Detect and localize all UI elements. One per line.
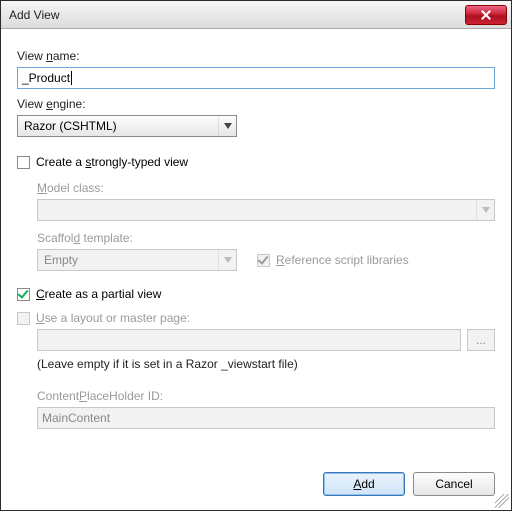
chevron-down-icon xyxy=(218,116,236,136)
chevron-down-icon xyxy=(218,250,236,270)
view-engine-label: View engine: xyxy=(17,97,495,111)
layout-hint: (Leave empty if it is set in a Razor _vi… xyxy=(37,357,495,371)
cph-label: ContentPlaceHolder ID: xyxy=(37,389,495,403)
window-title: Add View xyxy=(9,8,465,22)
layout-path-input xyxy=(37,329,461,351)
model-class-label: Model class: xyxy=(37,181,495,195)
partial-view-label: Create as a partial view xyxy=(36,287,161,301)
close-icon xyxy=(481,10,491,20)
strongly-typed-label: Create a strongly-typed view xyxy=(36,155,188,169)
ref-scripts-label: Reference script libraries xyxy=(276,253,409,267)
add-button[interactable]: Add xyxy=(323,472,405,496)
close-button[interactable] xyxy=(465,5,507,25)
ref-scripts-row: Reference script libraries xyxy=(257,253,409,267)
partial-view-checkbox[interactable] xyxy=(17,288,30,301)
add-view-dialog: Add View View name: _Product View engine… xyxy=(0,0,512,511)
cph-input: MainContent xyxy=(37,407,495,429)
strongly-typed-group: Model class: Scaffold template: Empty xyxy=(37,173,495,271)
chevron-down-icon xyxy=(476,200,494,220)
strongly-typed-row: Create a strongly-typed view xyxy=(17,155,495,169)
view-name-label: View name: xyxy=(17,49,495,63)
view-engine-combo[interactable]: Razor (CSHTML) xyxy=(17,115,237,137)
model-class-combo xyxy=(37,199,495,221)
layout-group: ... (Leave empty if it is set in a Razor… xyxy=(37,329,495,429)
scaffold-label: Scaffold template: xyxy=(37,231,495,245)
use-layout-checkbox xyxy=(17,312,30,325)
cancel-button[interactable]: Cancel xyxy=(413,472,495,496)
view-name-input[interactable]: _Product xyxy=(17,67,495,89)
button-bar: Add Cancel xyxy=(1,462,511,510)
strongly-typed-checkbox[interactable] xyxy=(17,156,30,169)
use-layout-row: Use a layout or master page: xyxy=(17,311,495,325)
titlebar: Add View xyxy=(1,1,511,29)
text-caret xyxy=(71,71,72,85)
scaffold-combo: Empty xyxy=(37,249,237,271)
ref-scripts-checkbox xyxy=(257,254,270,267)
resize-grip[interactable] xyxy=(495,494,509,508)
use-layout-label: Use a layout or master page: xyxy=(36,311,190,325)
layout-path-row: ... xyxy=(37,329,495,351)
dialog-body: View name: _Product View engine: Razor (… xyxy=(1,29,511,462)
browse-button: ... xyxy=(467,329,495,351)
scaffold-row: Empty Reference script libraries xyxy=(37,249,495,271)
partial-view-row: Create as a partial view xyxy=(17,287,495,301)
